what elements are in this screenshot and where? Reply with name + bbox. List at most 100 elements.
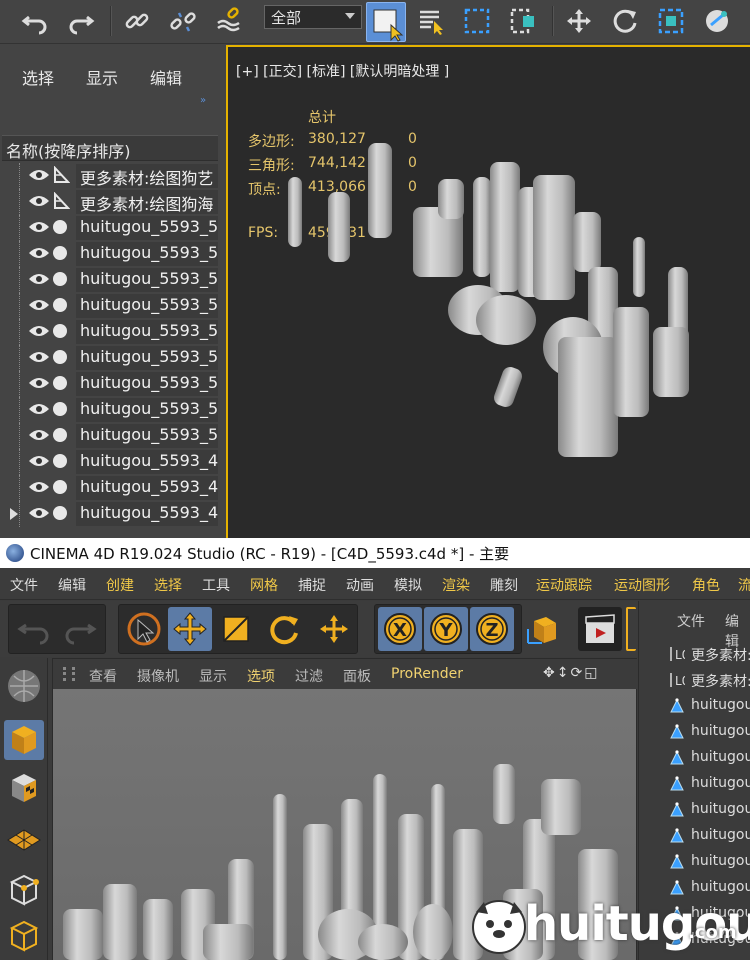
- om-menu-file[interactable]: 文件: [677, 611, 705, 631]
- menu-item[interactable]: 渲染: [442, 575, 470, 595]
- eye-icon[interactable]: [28, 194, 50, 208]
- eye-icon[interactable]: [28, 220, 50, 234]
- axis-y-button[interactable]: Y: [424, 607, 468, 651]
- viewport-label[interactable]: [+] [正交] [标准] [默认明暗处理 ]: [236, 61, 449, 81]
- viewport-menu-item[interactable]: ProRender: [391, 666, 463, 682]
- scene-list-row[interactable]: huitugou_5593_5: [0, 397, 218, 423]
- bind-spacewarp-icon[interactable]: [212, 4, 246, 38]
- menu-edit[interactable]: 编辑: [150, 65, 182, 89]
- menu-item[interactable]: 模拟: [394, 575, 422, 595]
- eye-icon[interactable]: [28, 298, 50, 312]
- unlink-icon[interactable]: [166, 4, 200, 38]
- render-settings-icon[interactable]: [626, 607, 636, 651]
- eye-icon[interactable]: [28, 168, 50, 182]
- panel-grip-icon[interactable]: [63, 667, 75, 681]
- object-manager-row[interactable]: huitugou: [639, 719, 750, 745]
- object-manager-row[interactable]: huitugou: [639, 693, 750, 719]
- scale-tool-icon[interactable]: [214, 607, 258, 651]
- menu-item[interactable]: 雕刻: [490, 575, 518, 595]
- object-manager-row[interactable]: huitugou: [639, 823, 750, 849]
- menu-item[interactable]: 编辑: [58, 575, 86, 595]
- viewport-menu-item[interactable]: 显示: [199, 666, 227, 686]
- menu-item[interactable]: 流: [738, 575, 750, 595]
- double-chevron-right-icon[interactable]: »: [200, 95, 206, 106]
- expand-arrow-icon[interactable]: [10, 508, 18, 520]
- object-manager-row[interactable]: huitugou: [639, 771, 750, 797]
- eye-icon[interactable]: [28, 454, 50, 468]
- menu-item[interactable]: 文件: [10, 575, 38, 595]
- menu-item[interactable]: 角色: [692, 575, 720, 595]
- menu-item[interactable]: 工具: [202, 575, 230, 595]
- snap-icon[interactable]: [700, 4, 734, 38]
- make-editable-icon[interactable]: [4, 666, 44, 706]
- move-icon[interactable]: [562, 4, 596, 38]
- eye-icon[interactable]: [28, 272, 50, 286]
- menu-select[interactable]: 选择: [22, 65, 54, 89]
- workplane-mode-icon[interactable]: [4, 818, 44, 858]
- object-manager-row[interactable]: huitugou: [639, 849, 750, 875]
- orthographic-viewport[interactable]: [+] [正交] [标准] [默认明暗处理 ] 总计 多边形: 380,127 …: [226, 45, 750, 538]
- eye-icon[interactable]: [28, 376, 50, 390]
- points-mode-icon[interactable]: [4, 870, 44, 910]
- scale-icon[interactable]: [654, 4, 688, 38]
- selection-filter-dropdown[interactable]: 全部: [264, 5, 362, 29]
- axis-x-button[interactable]: X: [378, 607, 422, 651]
- object-manager-row[interactable]: L0 更多素材:: [639, 667, 750, 693]
- coordinate-system-icon[interactable]: [520, 607, 564, 651]
- scene-list-row[interactable]: huitugou_5593_4: [0, 475, 218, 501]
- menu-display[interactable]: 显示: [86, 65, 118, 89]
- redo-icon[interactable]: [64, 4, 98, 38]
- scene-list-row[interactable]: huitugou_5593_5: [0, 241, 218, 267]
- undo-icon[interactable]: [18, 4, 52, 38]
- object-manager-row[interactable]: huitugou: [639, 797, 750, 823]
- select-object-button[interactable]: [366, 2, 406, 42]
- scene-list-row[interactable]: huitugou_5593_5: [0, 345, 218, 371]
- menu-item[interactable]: 动画: [346, 575, 374, 595]
- menu-item[interactable]: 网格: [250, 575, 278, 595]
- rotate-icon[interactable]: [608, 4, 642, 38]
- viewport-menu-item[interactable]: 查看: [89, 666, 117, 686]
- scene-list-row[interactable]: 更多素材:绘图狗海: [0, 189, 218, 215]
- object-manager-row[interactable]: L0 更多素材:: [639, 641, 750, 667]
- axis-z-button[interactable]: Z: [470, 607, 514, 651]
- object-manager-row[interactable]: huitugou: [639, 745, 750, 771]
- viewport-nav-icons[interactable]: ✥↕⟳◱: [543, 665, 599, 681]
- redo-icon[interactable]: [58, 607, 102, 651]
- render-view-icon[interactable]: [578, 607, 622, 651]
- eye-icon[interactable]: [28, 350, 50, 364]
- eye-icon[interactable]: [28, 246, 50, 260]
- eye-icon[interactable]: [28, 480, 50, 494]
- texture-mode-icon[interactable]: [4, 768, 44, 808]
- viewport-menu-item[interactable]: 选项: [247, 666, 275, 686]
- menu-item[interactable]: 捕捉: [298, 575, 326, 595]
- menu-item[interactable]: 运动图形: [614, 575, 670, 595]
- viewport-menu-item[interactable]: 过滤: [295, 666, 323, 686]
- undo-icon[interactable]: [12, 607, 56, 651]
- select-by-name-icon[interactable]: [414, 4, 448, 38]
- edges-mode-icon[interactable]: [4, 916, 44, 956]
- scene-list-row[interactable]: huitugou_5593_5: [0, 371, 218, 397]
- column-header-name[interactable]: 名称(按降序排序): [2, 135, 218, 161]
- eye-icon[interactable]: [28, 324, 50, 338]
- eye-icon[interactable]: [28, 428, 50, 442]
- scene-list-row[interactable]: huitugou_5593_5: [0, 423, 218, 449]
- scene-list-row[interactable]: huitugou_5593_4: [0, 501, 218, 527]
- move-tool-button[interactable]: [168, 607, 212, 651]
- scene-list-row[interactable]: huitugou_5593_5: [0, 319, 218, 345]
- menu-item[interactable]: 选择: [154, 575, 182, 595]
- link-icon[interactable]: [120, 4, 154, 38]
- scene-list-row[interactable]: huitugou_5593_5: [0, 267, 218, 293]
- eye-icon[interactable]: [28, 402, 50, 416]
- scene-list-row[interactable]: huitugou_5593_5: [0, 215, 218, 241]
- scene-list-row[interactable]: 更多素材:绘图狗艺: [0, 163, 218, 189]
- scene-list-row[interactable]: huitugou_5593_4: [0, 449, 218, 475]
- viewport-menu-item[interactable]: 摄像机: [137, 666, 179, 686]
- live-select-icon[interactable]: [122, 607, 166, 651]
- rect-selection-region-icon[interactable]: [460, 4, 494, 38]
- model-mode-icon[interactable]: [4, 720, 44, 760]
- recent-tool-icon[interactable]: [312, 607, 356, 651]
- viewport-menu-item[interactable]: 面板: [343, 666, 371, 686]
- window-crossing-icon[interactable]: [506, 4, 540, 38]
- eye-icon[interactable]: [28, 506, 50, 520]
- menu-item[interactable]: 创建: [106, 575, 134, 595]
